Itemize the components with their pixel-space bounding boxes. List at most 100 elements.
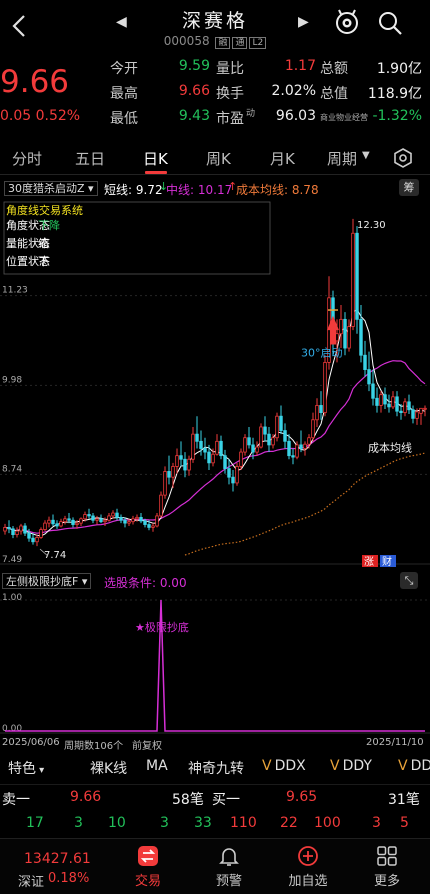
sub-indicator-chart[interactable]: 1.00 0.00 ★极限抄底 [0,590,430,735]
tab-0[interactable]: 分时 [12,148,42,169]
stock-name: 深赛格 [181,10,248,32]
candle [211,453,215,464]
stock-code: 000058 [163,34,210,48]
buy-detail: 100 [314,815,341,831]
candle [199,440,203,449]
high-marker: 12.30 [357,220,386,231]
tab-4[interactable]: 月K [270,148,295,169]
tab-2[interactable]: 日K [143,148,168,169]
tab-3[interactable]: 周K [206,148,231,169]
nav-trade[interactable]: 交易 [113,843,183,891]
grid-more-icon [377,846,397,866]
candle [415,411,419,419]
candle [411,409,415,419]
feature-item-5[interactable]: V DDY [330,758,372,774]
candlestick-chart[interactable]: 11.239.988.747.4912.307.7430°启动成本均线角度线交易… [0,198,430,568]
candle [51,519,55,525]
candle [259,426,263,448]
pe-superscript: 动 [246,109,256,119]
candle [43,522,47,530]
nav-watchlist[interactable]: 加自选 [273,843,343,891]
sell-detail: 3 [160,815,169,831]
feature-item-4[interactable]: V DDX [262,758,306,774]
candle [119,516,123,521]
search-icon[interactable] [377,10,403,36]
period-count: 周期数106个 [64,741,124,752]
candle [319,405,323,414]
candle [143,520,147,525]
settings-hex-icon[interactable] [392,147,414,169]
candle [267,433,271,446]
quote-label: 换手 [216,86,244,102]
indicator-name: 30度猎杀启动Z [8,182,85,195]
feature-item-0[interactable]: 特色 ▾ [8,758,44,778]
nav-trade-label: 交易 [134,874,161,889]
quote-label: 最高 [110,86,138,102]
candle [311,419,315,439]
quote-label: 最低 [110,111,138,127]
quote-panel: 9.66 0.05 0.52% 今开 9.59 量比 1.17 总额 1.90亿 最高 9.6… [0,58,430,142]
candle [171,466,175,478]
y-tick-label: 11.23 [2,286,28,296]
sell-one-label: 卖一 [2,792,30,808]
candle [239,451,243,467]
candle [315,405,319,421]
candle [59,521,63,527]
candle [27,532,31,539]
candle [191,433,195,460]
tab-1[interactable]: 五日 [75,148,105,169]
nav-alert[interactable]: 预警 [194,843,264,891]
feature-label: MA [146,758,168,774]
candle [359,318,363,356]
candle [383,394,387,405]
nav-more[interactable]: 更多 [352,843,422,891]
active-tab-indicator [145,171,167,174]
next-stock-icon[interactable]: ▶ [298,14,309,30]
change-percent: 0.52% [35,108,81,124]
candle [183,458,187,471]
chevron-down-icon: ▾ [36,765,45,776]
candle [99,518,103,523]
robot-assistant-icon[interactable] [333,8,361,36]
chip-button[interactable]: 筹 [399,179,419,196]
feature-item-1[interactable]: 裸K线 [90,758,127,778]
buy-detail: 5 [400,815,409,831]
candle [155,515,159,527]
candle [115,512,119,518]
sub-indicator-select[interactable]: 左侧极限抄底F ▾ [2,573,92,589]
quote-value: -1.32% [372,108,422,124]
index-value[interactable]: 13427.61 [24,851,91,867]
candle [275,415,279,439]
candle [179,455,183,460]
sell-one-qty: 58笔 [172,792,204,808]
index-name: 深证 [18,875,45,890]
candle [283,430,287,442]
candle [219,440,223,457]
candle [131,518,135,523]
expand-icon[interactable]: ⤡ [400,572,418,589]
candle [71,519,75,525]
quote-label: 总值 [320,86,348,102]
candle [79,518,83,524]
sell-detail: 3 [74,815,83,831]
candle [7,527,11,530]
buy-detail: 22 [280,815,298,831]
quote-value: 9.43 [178,108,210,124]
indicator-select[interactable]: 30度猎杀启动Z ▾ [4,181,98,196]
feature-item-2[interactable]: MA [146,758,168,774]
feature-item-3[interactable]: 神奇九转 [188,758,244,778]
candle [247,437,251,446]
candle [399,410,403,414]
candle [347,326,351,349]
candle [163,471,167,496]
feature-label: DDX [274,758,306,774]
candle [107,515,111,521]
quote-value: 1.17 [284,58,316,74]
candle [95,518,99,521]
candle [271,437,275,446]
y-tick-label: 8.74 [2,464,22,474]
sell-detail: 17 [26,815,44,831]
feature-item-6[interactable]: V DD [398,758,430,774]
quote-value: 1.90亿 [376,61,422,77]
tab-5[interactable]: 周期 [327,148,357,169]
